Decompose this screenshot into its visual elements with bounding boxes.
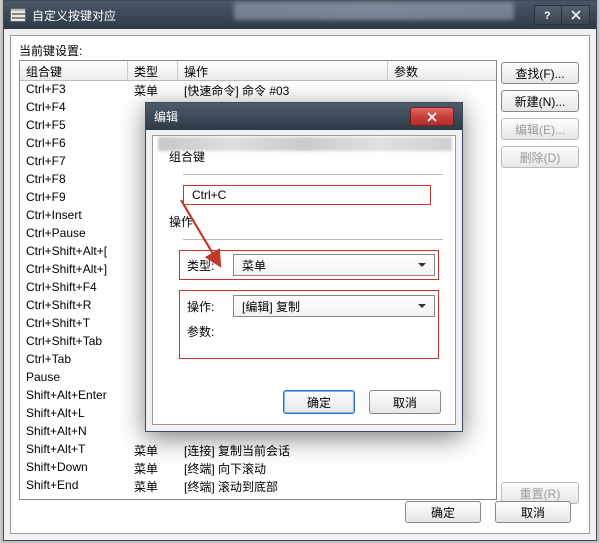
operation-combobox[interactable]: [编辑] 复制	[233, 295, 435, 317]
cell-c1: Ctrl+Shift+T	[20, 315, 128, 333]
edit-dialog-okcancel: 确定 取消	[283, 390, 441, 414]
edit-dialog: 编辑 组合键 Ctrl+C 操作 类型:	[145, 102, 463, 432]
type-combobox[interactable]: 菜单	[233, 254, 435, 276]
cell-c1: Ctrl+F8	[20, 171, 128, 189]
cell-c1: Ctrl+Shift+Alt+]	[20, 261, 128, 279]
col-type[interactable]: 类型	[128, 61, 178, 80]
keyboard-icon	[10, 8, 26, 22]
operation-highlight-box: 操作: [编辑] 复制 参数:	[179, 290, 439, 359]
type-highlight-box: 类型: 菜单	[179, 250, 439, 280]
cell-c3: [快速命令] 命令 #03	[178, 81, 388, 99]
edit-cancel-button[interactable]: 取消	[369, 390, 441, 414]
edit-dialog-close-button[interactable]	[410, 107, 454, 126]
close-button[interactable]	[562, 5, 590, 25]
operation-group-label: 操作	[169, 213, 441, 230]
cell-c4	[388, 459, 488, 477]
cell-c1: Shift+Alt+N	[20, 423, 128, 441]
cell-c2: 菜单	[128, 81, 178, 99]
cell-c2: 菜单	[128, 441, 178, 459]
find-button[interactable]: 查找(F)...	[501, 62, 579, 84]
col-action[interactable]: 操作	[178, 61, 388, 80]
cell-c2: 菜单	[128, 459, 178, 477]
table-header: 组合键 类型 操作 参数	[20, 61, 496, 81]
new-button[interactable]: 新建(N)...	[501, 90, 579, 112]
edit-ok-button[interactable]: 确定	[283, 390, 355, 414]
param-label: 参数:	[187, 323, 435, 340]
cell-c1: Ctrl+Insert	[20, 207, 128, 225]
combo-key-label: 组合键	[169, 148, 441, 165]
cell-c1: Ctrl+F9	[20, 189, 128, 207]
separator	[183, 239, 443, 240]
cell-c3: [终端] 向下滚动	[178, 459, 388, 477]
cell-c2: 菜单	[128, 477, 178, 495]
window-title: 自定义按键对应	[32, 7, 534, 24]
type-value: 菜单	[242, 257, 414, 274]
outer-okcancel: 确定 取消	[405, 501, 571, 523]
cell-c3: [连接] 复制当前会话	[178, 441, 388, 459]
cell-c3: [终端] 滚动到底部	[178, 477, 388, 495]
cell-c4	[388, 81, 488, 99]
cell-c4	[388, 441, 488, 459]
cell-c1: Ctrl+F5	[20, 117, 128, 135]
operation-row: 操作: [编辑] 复制	[183, 295, 435, 317]
side-buttons: 查找(F)... 新建(N)... 编辑(E)... 删除(D)	[501, 62, 579, 168]
svg-text:?: ?	[544, 10, 551, 21]
edit-dialog-titlebar: 编辑	[146, 103, 462, 130]
cell-c1: Ctrl+Shift+F4	[20, 279, 128, 297]
close-icon	[426, 112, 438, 122]
cell-c1: Ctrl+Shift+R	[20, 297, 128, 315]
delete-button[interactable]: 删除(D)	[501, 146, 579, 168]
outer-ok-button[interactable]: 确定	[405, 501, 481, 523]
cell-c1: Shift+Down	[20, 459, 128, 477]
cell-c1: Ctrl+F7	[20, 153, 128, 171]
edit-button[interactable]: 编辑(E)...	[501, 118, 579, 140]
table-row[interactable]: Ctrl+F3菜单[快速命令] 命令 #03	[20, 81, 496, 99]
cell-c1: Ctrl+F4	[20, 99, 128, 117]
outer-cancel-button[interactable]: 取消	[495, 501, 571, 523]
cell-c1: Shift+Alt+T	[20, 441, 128, 459]
cell-c1: Ctrl+Shift+Tab	[20, 333, 128, 351]
type-row: 类型: 菜单	[183, 254, 435, 276]
table-row[interactable]: Shift+End菜单[终端] 滚动到底部	[20, 477, 496, 495]
type-label: 类型:	[187, 257, 233, 274]
col-param[interactable]: 参数	[388, 61, 488, 80]
chevron-down-icon	[414, 298, 430, 314]
window-titlebar: 自定义按键对应 ?	[4, 1, 596, 29]
cell-c1: Ctrl+F3	[20, 81, 128, 99]
cell-c1: Shift+Alt+L	[20, 405, 128, 423]
cell-c1: Shift+End	[20, 477, 128, 495]
table-row[interactable]: Shift+Down菜单[终端] 向下滚动	[20, 459, 496, 477]
table-row[interactable]: Shift+Alt+T菜单[连接] 复制当前会话	[20, 441, 496, 459]
operation-label: 操作:	[187, 298, 233, 315]
separator	[183, 174, 443, 175]
cell-c4	[388, 477, 488, 495]
window-controls: ?	[534, 5, 590, 25]
cell-c1: Ctrl+Tab	[20, 351, 128, 369]
cell-c1: Ctrl+Shift+Alt+[	[20, 243, 128, 261]
cell-c1: Ctrl+Pause	[20, 225, 128, 243]
cell-c1: Pause	[20, 369, 128, 387]
chevron-down-icon	[414, 257, 430, 273]
combo-key-input[interactable]: Ctrl+C	[183, 185, 431, 205]
col-combo[interactable]: 组合键	[20, 61, 128, 80]
edit-dialog-body: 组合键 Ctrl+C 操作 类型: 菜单	[152, 135, 456, 425]
cell-c1: Ctrl+F6	[20, 135, 128, 153]
edit-dialog-title: 编辑	[154, 108, 410, 125]
help-button[interactable]: ?	[534, 5, 562, 25]
operation-value: [编辑] 复制	[242, 298, 414, 315]
cell-c1: Shift+Alt+Enter	[20, 387, 128, 405]
current-keys-label: 当前键设置:	[11, 36, 589, 59]
